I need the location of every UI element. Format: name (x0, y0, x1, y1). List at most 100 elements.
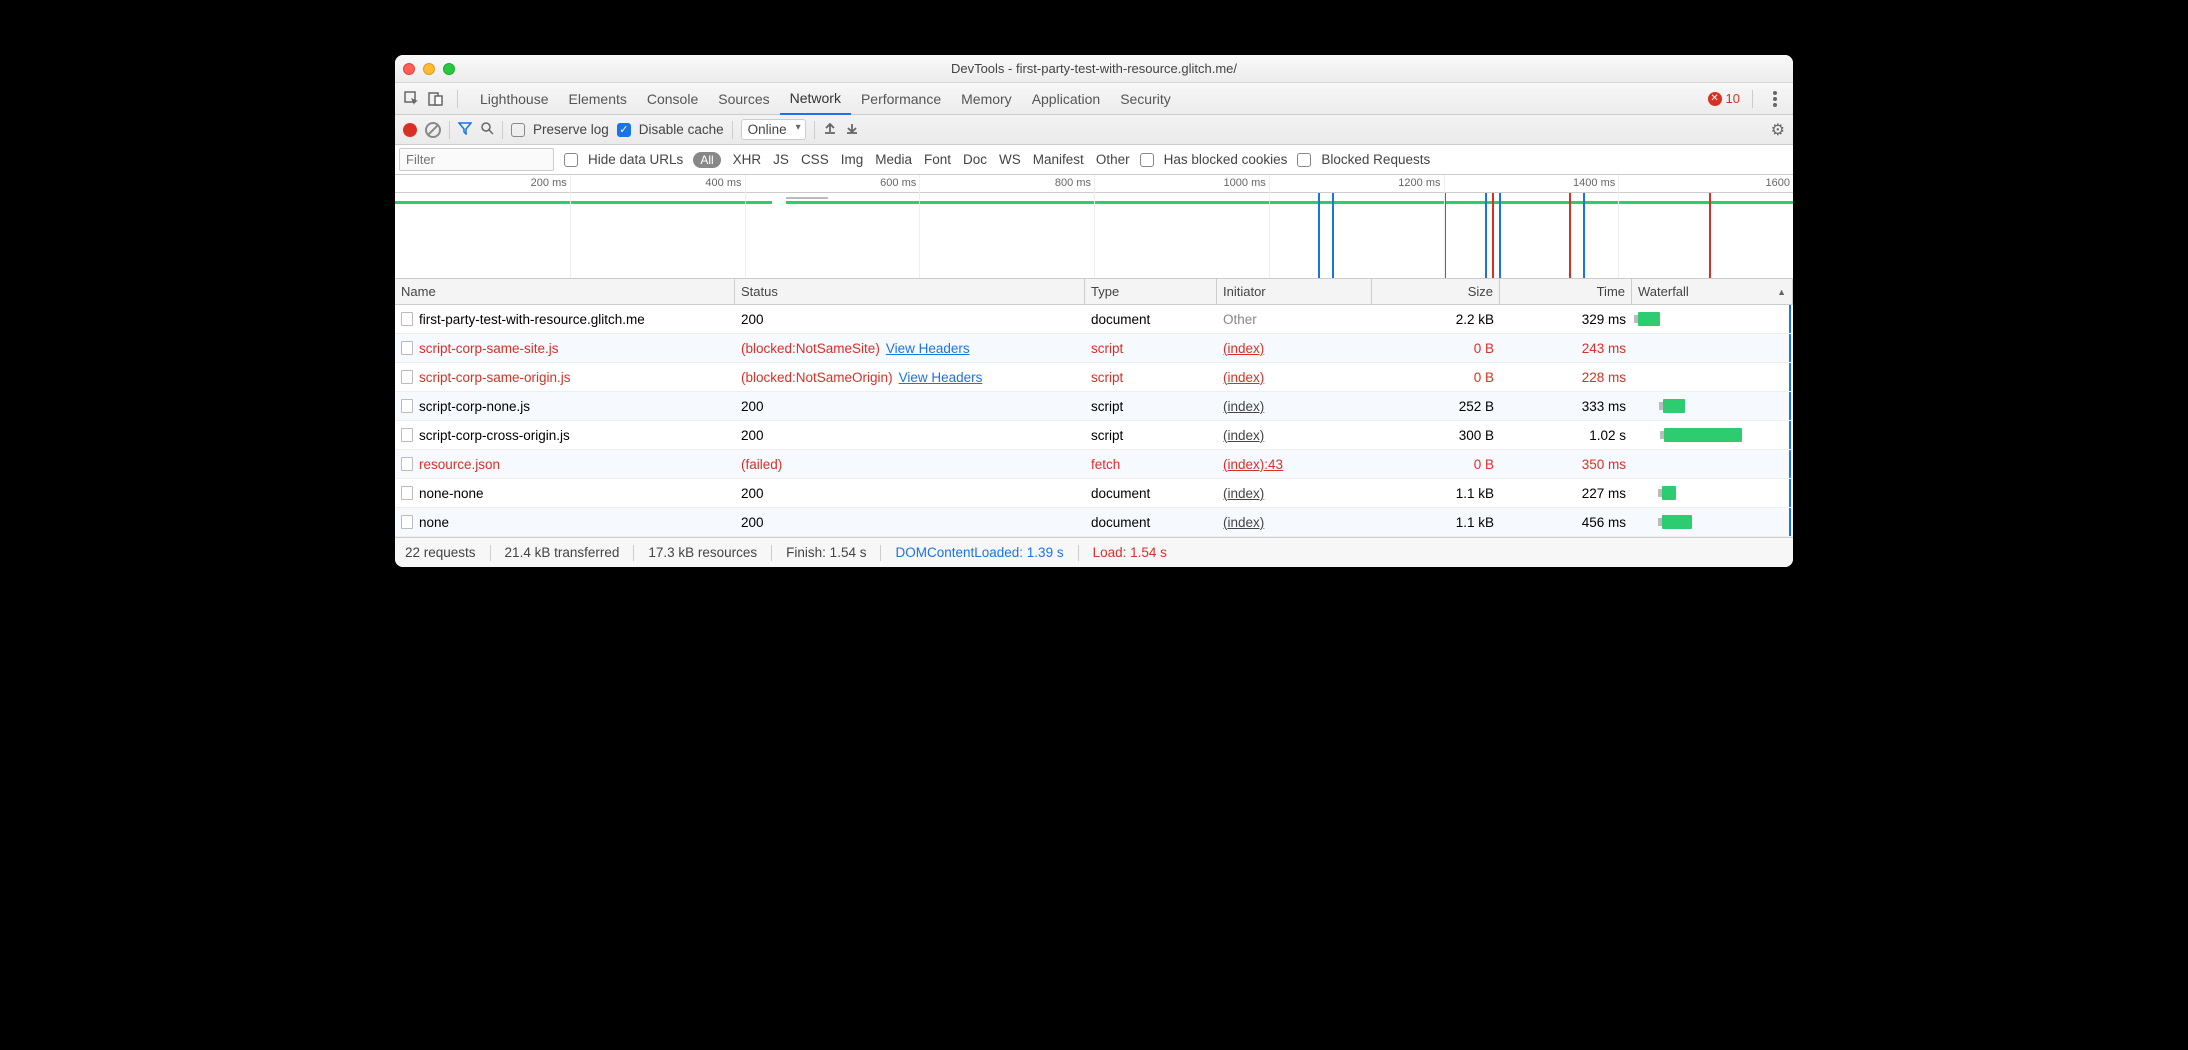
table-row[interactable]: first-party-test-with-resource.glitch.me… (395, 305, 1793, 334)
table-row[interactable]: script-corp-cross-origin.js200script(ind… (395, 421, 1793, 450)
request-size: 1.1 kB (1372, 508, 1500, 536)
device-toolbar-icon[interactable] (427, 90, 445, 108)
status-requests: 22 requests (405, 545, 476, 560)
record-button[interactable] (403, 123, 417, 137)
table-row[interactable]: none-none200document(index)1.1 kB227 ms (395, 479, 1793, 508)
filter-type-manifest[interactable]: Manifest (1033, 152, 1084, 167)
network-toolbar: Preserve log ✓ Disable cache Online ⚙ (395, 115, 1793, 145)
filter-type-ws[interactable]: WS (999, 152, 1021, 167)
filter-bar: Hide data URLs AllXHRJSCSSImgMediaFontDo… (395, 145, 1793, 175)
initiator-link[interactable]: (index) (1223, 370, 1264, 385)
request-status: 200 (741, 428, 764, 443)
file-icon (401, 515, 413, 529)
filter-type-font[interactable]: Font (924, 152, 951, 167)
column-name[interactable]: Name (395, 279, 735, 304)
panel-tabs: LighthouseElementsConsoleSourcesNetworkP… (395, 83, 1793, 115)
has-blocked-cookies-label: Has blocked cookies (1164, 152, 1288, 167)
initiator-link[interactable]: (index) (1223, 399, 1264, 414)
filter-input[interactable] (399, 148, 554, 171)
request-size: 0 B (1372, 334, 1500, 362)
request-name: none (419, 515, 449, 530)
table-row[interactable]: script-corp-none.js200script(index)252 B… (395, 392, 1793, 421)
blocked-requests-checkbox[interactable] (1297, 153, 1311, 167)
filter-toggle-icon[interactable] (458, 121, 472, 138)
upload-har-icon[interactable] (823, 121, 837, 138)
tab-application[interactable]: Application (1022, 83, 1111, 115)
request-time: 329 ms (1500, 305, 1632, 333)
tab-performance[interactable]: Performance (851, 83, 951, 115)
filter-type-doc[interactable]: Doc (963, 152, 987, 167)
request-type: script (1085, 334, 1217, 362)
waterfall-cell (1632, 392, 1793, 420)
tab-network[interactable]: Network (780, 83, 851, 115)
column-waterfall[interactable]: Waterfall▲ (1632, 279, 1793, 304)
filter-type-other[interactable]: Other (1096, 152, 1130, 167)
column-type[interactable]: Type (1085, 279, 1217, 304)
filter-type-css[interactable]: CSS (801, 152, 829, 167)
error-count: 10 (1726, 91, 1740, 106)
tab-sources[interactable]: Sources (708, 83, 779, 115)
file-icon (401, 428, 413, 442)
request-type: document (1085, 479, 1217, 507)
search-icon[interactable] (480, 121, 494, 138)
filter-type-js[interactable]: JS (773, 152, 789, 167)
tab-security[interactable]: Security (1110, 83, 1181, 115)
initiator-link[interactable]: (index) (1223, 486, 1264, 501)
column-time[interactable]: Time (1500, 279, 1632, 304)
disable-cache-label: Disable cache (639, 122, 724, 137)
tab-console[interactable]: Console (637, 83, 708, 115)
status-finish: Finish: 1.54 s (786, 545, 866, 560)
table-row[interactable]: resource.json(failed)fetch(index):430 B3… (395, 450, 1793, 479)
filter-type-all[interactable]: All (693, 152, 720, 168)
column-initiator[interactable]: Initiator (1217, 279, 1372, 304)
clear-button[interactable] (425, 122, 441, 138)
file-icon (401, 341, 413, 355)
waterfall-cell (1632, 450, 1793, 478)
initiator-link[interactable]: (index):43 (1223, 457, 1283, 472)
view-headers-link[interactable]: View Headers (899, 370, 983, 385)
request-status: 200 (741, 515, 764, 530)
request-status: (blocked:NotSameSite) (741, 341, 880, 356)
table-header: Name Status Type Initiator Size Time Wat… (395, 279, 1793, 305)
disable-cache-checkbox[interactable]: ✓ (617, 123, 631, 137)
waterfall-cell (1632, 421, 1793, 449)
view-headers-link[interactable]: View Headers (886, 341, 970, 356)
filter-type-media[interactable]: Media (875, 152, 912, 167)
column-size[interactable]: Size (1372, 279, 1500, 304)
inspect-icon[interactable] (403, 90, 421, 108)
timeline-tick: 1600 (1766, 177, 1793, 189)
table-row[interactable]: script-corp-same-origin.js(blocked:NotSa… (395, 363, 1793, 392)
settings-icon[interactable]: ⚙ (1771, 120, 1785, 140)
hide-data-urls-checkbox[interactable] (564, 153, 578, 167)
request-size: 300 B (1372, 421, 1500, 449)
error-count-badge[interactable]: ✕ 10 (1708, 91, 1740, 106)
initiator-link[interactable]: (index) (1223, 428, 1264, 443)
timeline-tick: 800 ms (1055, 177, 1094, 189)
tab-elements[interactable]: Elements (559, 83, 637, 115)
tab-lighthouse[interactable]: Lighthouse (470, 83, 559, 115)
column-status[interactable]: Status (735, 279, 1085, 304)
table-row[interactable]: script-corp-same-site.js(blocked:NotSame… (395, 334, 1793, 363)
tab-memory[interactable]: Memory (951, 83, 1022, 115)
filter-type-xhr[interactable]: XHR (733, 152, 762, 167)
timeline-tick: 1200 ms (1398, 177, 1443, 189)
timeline-overview[interactable]: 200 ms400 ms600 ms800 ms1000 ms1200 ms14… (395, 175, 1793, 279)
throttling-select[interactable]: Online (741, 119, 806, 140)
table-row[interactable]: none200document(index)1.1 kB456 ms (395, 508, 1793, 537)
waterfall-cell (1632, 508, 1793, 536)
preserve-log-checkbox[interactable] (511, 123, 525, 137)
more-menu-icon[interactable] (1773, 97, 1777, 101)
initiator-link[interactable]: (index) (1223, 515, 1264, 530)
request-size: 252 B (1372, 392, 1500, 420)
filter-type-img[interactable]: Img (841, 152, 864, 167)
has-blocked-cookies-checkbox[interactable] (1140, 153, 1154, 167)
request-status: 200 (741, 399, 764, 414)
request-name: resource.json (419, 457, 500, 472)
request-size: 2.2 kB (1372, 305, 1500, 333)
waterfall-cell (1632, 363, 1793, 391)
waterfall-cell (1632, 479, 1793, 507)
request-type: fetch (1085, 450, 1217, 478)
initiator-link[interactable]: (index) (1223, 341, 1264, 356)
initiator-link: Other (1223, 312, 1257, 327)
download-har-icon[interactable] (845, 121, 859, 138)
